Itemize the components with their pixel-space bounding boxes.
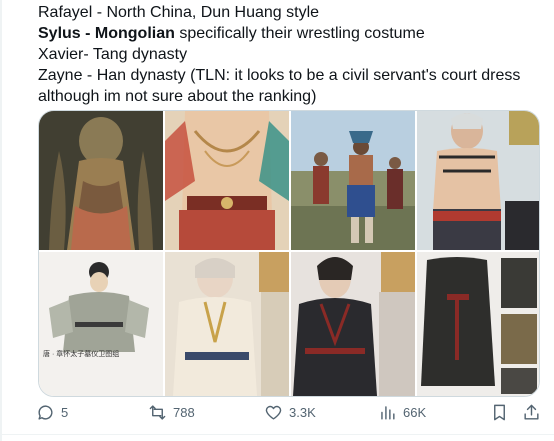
post-line-2: Sylus - Mongolian specifically their wre… [38, 25, 425, 42]
post-line-3: Xavier- Tang dynasty [38, 46, 188, 63]
action-bar: 5 788 3.3K 66K [34, 403, 546, 427]
character-dunhuang-costume[interactable] [165, 111, 289, 250]
mongolian-wrestlers-photo[interactable] [291, 111, 415, 250]
share-icon [524, 404, 539, 420]
tang-caption: 唐 · 章怀太子墓仪卫图组 [43, 351, 120, 358]
share-button[interactable] [522, 403, 541, 422]
tang-official-illustration[interactable]: 唐 · 章怀太子墓仪卫图组 [39, 252, 163, 396]
like-count: 3.3K [289, 405, 316, 420]
repost-icon [149, 405, 166, 420]
character-tang-costume[interactable] [165, 252, 289, 396]
repost-count: 788 [173, 405, 195, 420]
divider [0, 434, 554, 435]
post-line-4: Zayne - Han dynasty (TLN: it looks to be… [38, 67, 521, 105]
post-line-1: Rafayel - North China, Dun Huang style [38, 4, 320, 21]
post-text: Rafayel - North China, Dun Huang style S… [38, 2, 548, 107]
left-divider [0, 0, 2, 441]
views-button[interactable]: 66K [378, 403, 426, 422]
bookmark-icon [494, 404, 505, 421]
views-chart-icon [381, 406, 395, 420]
character-mongolian-costume[interactable] [417, 111, 539, 250]
reply-count: 5 [61, 405, 69, 420]
han-court-robe-photo[interactable] [417, 252, 539, 396]
bookmark-button[interactable] [490, 403, 509, 422]
heart-icon [265, 405, 282, 420]
reply-button[interactable]: 5 [36, 403, 68, 422]
character-han-costume[interactable] [291, 252, 415, 396]
media-grid[interactable]: 唐 · 章怀太子墓仪卫图组 [38, 110, 540, 397]
like-button[interactable]: 3.3K [264, 403, 316, 422]
repost-button[interactable]: 788 [148, 403, 195, 422]
view-count: 66K [403, 405, 427, 420]
reply-icon [38, 405, 53, 420]
dunhuang-statue-photo[interactable] [39, 111, 163, 250]
